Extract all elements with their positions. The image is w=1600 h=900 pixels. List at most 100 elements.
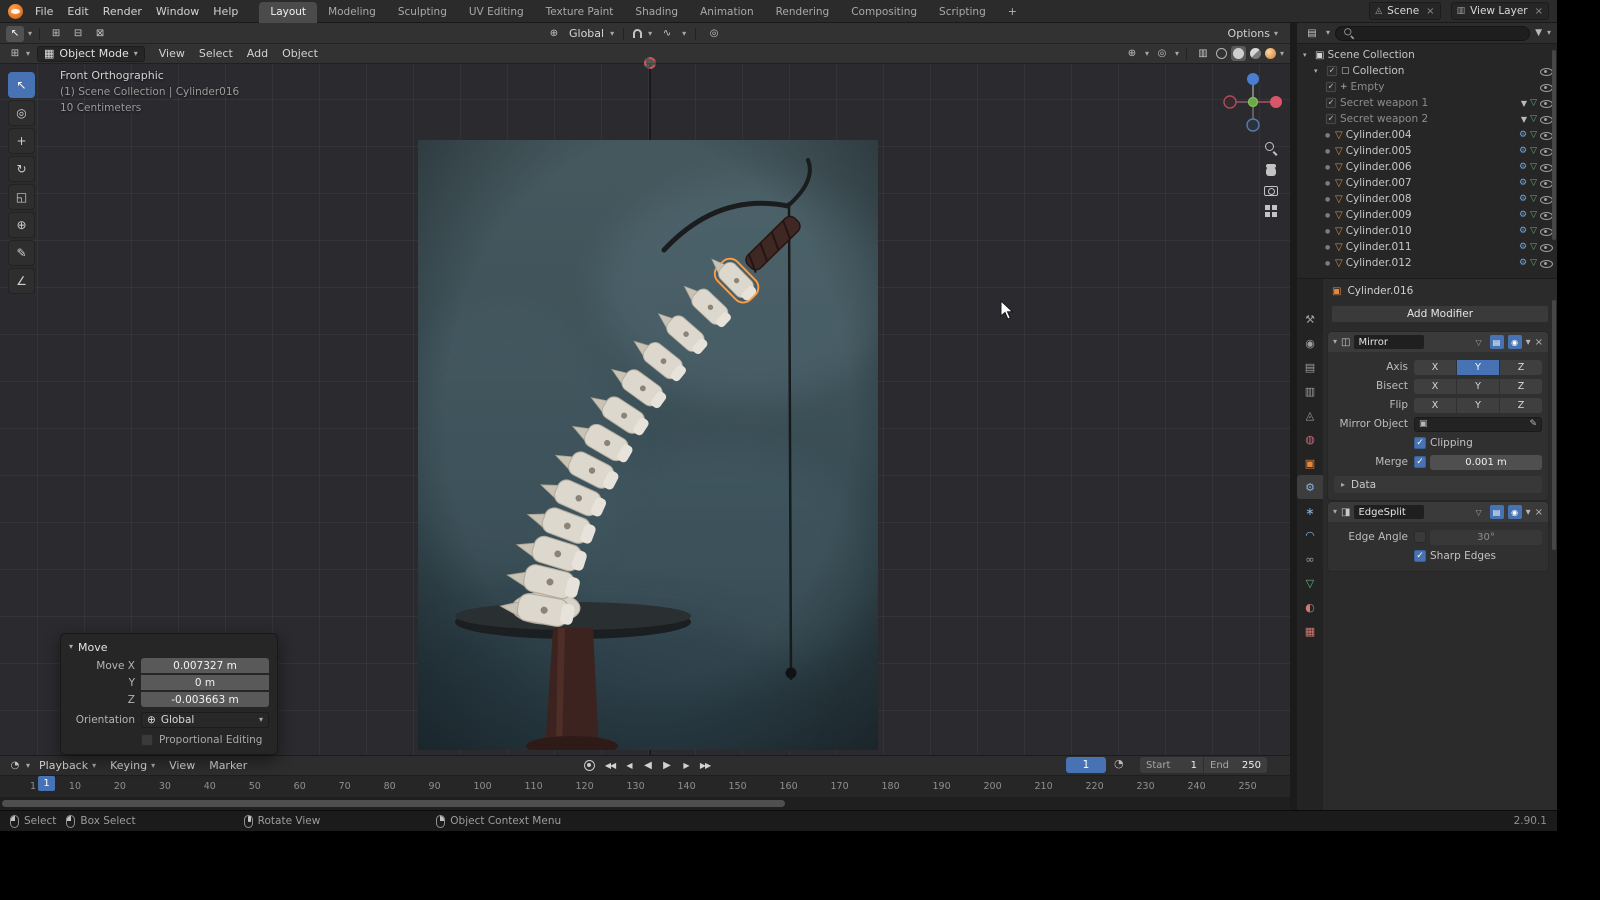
chevron-down-icon[interactable]: ▾ [1547, 29, 1551, 37]
mesh-data-icon[interactable]: ▽ [1530, 146, 1537, 156]
modifier-wrench-icon[interactable]: ⚙ [1519, 162, 1527, 172]
tool-move[interactable]: + [8, 128, 35, 154]
viewport-menu-item[interactable]: Add [240, 47, 275, 60]
workspace-tab[interactable]: Rendering [765, 2, 841, 23]
snap-magnet-icon[interactable] [633, 29, 642, 38]
modifier-extras-icon[interactable]: ▾ [1526, 337, 1531, 348]
snap-with-icon[interactable]: ∿ [658, 26, 676, 42]
data-subpanel-header[interactable]: ▸ Data [1334, 476, 1542, 493]
play-reverse-button[interactable]: ◀ [639, 757, 657, 773]
menu-item[interactable]: Edit [60, 5, 95, 18]
toggle-realtime-icon[interactable]: ▤ [1490, 505, 1504, 519]
bisect-toggle[interactable]: Z [1500, 379, 1542, 394]
viewport-menu-item[interactable]: View [152, 47, 192, 60]
tool-select-box[interactable]: ↖ [8, 72, 35, 98]
current-frame-field[interactable]: 1 [1066, 757, 1106, 773]
menu-item[interactable]: Render [96, 5, 149, 18]
visibility-eye-icon[interactable] [1540, 81, 1552, 93]
gizmo-axis-z-neg[interactable] [1247, 119, 1259, 131]
chevron-down-icon[interactable]: ▾ [1145, 50, 1149, 58]
visibility-eye-icon[interactable] [1540, 209, 1552, 221]
outliner-item[interactable]: ▾ ✓ ● ▣ ▢ + ▽ Cylinder.009 ▼ ⚙ ▽ [1297, 207, 1557, 223]
auto-keying-icon[interactable] [584, 760, 595, 771]
bisect-toggle[interactable]: Y [1457, 379, 1499, 394]
modifier-name-field[interactable]: EdgeSplit [1354, 505, 1424, 519]
modifier-extras-icon[interactable]: ▾ [1526, 507, 1531, 518]
workspace-tab[interactable]: Modeling [317, 2, 387, 23]
tab-view-layer[interactable]: ▥ [1297, 379, 1323, 403]
toggle-realtime-icon[interactable]: ▤ [1490, 335, 1504, 349]
timeline-menu[interactable]: Marker ▾ [202, 759, 254, 772]
tab-render[interactable]: ◉ [1297, 331, 1323, 355]
visibility-eye-icon[interactable] [1540, 145, 1552, 157]
visibility-eye-icon[interactable] [1540, 97, 1552, 109]
mirror-object-field[interactable]: ▣ ✎ [1414, 417, 1542, 432]
previous-keyframe-button[interactable]: ◀ [620, 757, 638, 773]
gizmo-axis-x-pos[interactable] [1270, 96, 1282, 108]
playhead[interactable]: 1 [38, 776, 55, 791]
filter-override-icon[interactable]: ▼ [1521, 115, 1527, 124]
visibility-eye-icon[interactable] [1540, 65, 1552, 77]
move-value-field[interactable]: 0.007327 m [141, 658, 269, 673]
add-workspace-button[interactable]: + [1003, 5, 1022, 18]
jump-to-end-button[interactable]: ▶▶ [696, 757, 714, 773]
outliner-item[interactable]: ▾ ✓ ● ▣ ▢ + ▽ Cylinder.012 ▼ ⚙ ▽ [1297, 255, 1557, 271]
tool-cursor[interactable]: ◎ [8, 100, 35, 126]
edgesplit-modifier-header[interactable]: ▾ ◨ EdgeSplit ▽ ▤ ◉ ▾ × [1328, 502, 1548, 522]
modifier-wrench-icon[interactable]: ⚙ [1519, 242, 1527, 252]
timeline-scrollbar-thumb[interactable] [2, 800, 785, 807]
timeline-menu[interactable]: Keying ▾ [103, 759, 162, 772]
viewport-menu-item[interactable]: Select [192, 47, 240, 60]
flip-toggle[interactable]: X [1414, 398, 1456, 413]
mesh-data-icon[interactable]: ▽ [1530, 242, 1537, 252]
editor-divider[interactable] [1290, 23, 1297, 810]
axis-toggle[interactable]: Z [1500, 360, 1542, 375]
outliner-scrollbar[interactable] [1552, 50, 1556, 240]
merge-checkbox[interactable]: ✓ [1414, 456, 1426, 468]
modifier-name-field[interactable]: Mirror [1354, 335, 1424, 349]
tool-transform[interactable]: ⊕ [8, 212, 35, 238]
proportional-editing-icon[interactable]: ◎ [705, 26, 723, 42]
move-panel-header[interactable]: ▾ Move [69, 638, 269, 656]
chevron-down-icon[interactable]: ▾ [1175, 50, 1179, 58]
filter-override-icon[interactable]: ▼ [1521, 99, 1527, 108]
tab-modifiers[interactable]: ⚙ [1297, 475, 1323, 499]
chevron-down-icon[interactable]: ▾ [26, 50, 30, 58]
workspace-tab[interactable]: Texture Paint [535, 2, 625, 23]
chevron-down-icon[interactable]: ▾ [28, 30, 32, 38]
outliner-item[interactable]: ▾ ✓ ● ▣ ▢ + ▽ Cylinder.007 ▼ ⚙ ▽ [1297, 175, 1557, 191]
modifier-wrench-icon[interactable]: ⚙ [1519, 178, 1527, 188]
filter-icon[interactable]: ▼ [1535, 28, 1542, 38]
outliner-item[interactable]: ▾ ✓ ● ▣ ▢ + ▽ Cylinder.004 ▼ ⚙ ▽ [1297, 127, 1557, 143]
add-modifier-button[interactable]: Add Modifier [1331, 305, 1549, 323]
modifier-wrench-icon[interactable]: ⚙ [1519, 210, 1527, 220]
pan-hand-icon[interactable] [1265, 164, 1277, 177]
view-layer-selector[interactable]: ▥ View Layer × [1451, 2, 1549, 20]
tab-output[interactable]: ▤ [1297, 355, 1323, 379]
scene-selector[interactable]: ◬ Scene × [1369, 2, 1440, 20]
sharp-edges-checkbox[interactable]: ✓ [1414, 550, 1426, 562]
move-value-field[interactable]: 0 m [141, 675, 269, 690]
axis-toggle[interactable]: X [1414, 360, 1456, 375]
tool-measure[interactable]: ∠ [8, 268, 35, 294]
toggle-render-icon[interactable]: ◉ [1508, 335, 1522, 349]
mesh-data-icon[interactable]: ▽ [1530, 114, 1537, 124]
outliner-item[interactable]: ▾ ✓ ● ▣ ▢ + ▽ Secret weapon 1 ▼ ⚙ ▽ [1297, 95, 1557, 111]
workspace-tab[interactable]: Animation [689, 2, 765, 23]
mesh-data-icon[interactable]: ▽ [1530, 194, 1537, 204]
show-gizmo-icon[interactable]: ⊕ [1123, 46, 1141, 62]
outliner-item[interactable]: ▾ ✓ ● ▣ ▢ + ▽ Scene Collection ▼ ⚙ ▽ [1297, 47, 1557, 63]
end-frame-field[interactable]: End 250 [1204, 757, 1267, 773]
editor-type-icon[interactable]: ◔ [6, 758, 24, 774]
expand-icon[interactable]: ▾ [1303, 51, 1312, 59]
visibility-eye-icon[interactable] [1540, 177, 1552, 189]
collection-checkbox[interactable]: ✓ [1327, 66, 1337, 76]
workspace-tab[interactable]: UV Editing [458, 2, 535, 23]
chevron-down-icon[interactable]: ▾ [26, 762, 30, 770]
outliner-item[interactable]: ▾ ✓ ● ▣ ▢ + ▽ Cylinder.005 ▼ ⚙ ▽ [1297, 143, 1557, 159]
modifier-wrench-icon[interactable]: ⚙ [1519, 130, 1527, 140]
bisect-toggle[interactable]: X [1414, 379, 1456, 394]
chevron-down-icon[interactable]: ▾ [1274, 30, 1278, 38]
menu-item[interactable]: Help [206, 5, 245, 18]
mesh-data-icon[interactable]: ▽ [1530, 130, 1537, 140]
